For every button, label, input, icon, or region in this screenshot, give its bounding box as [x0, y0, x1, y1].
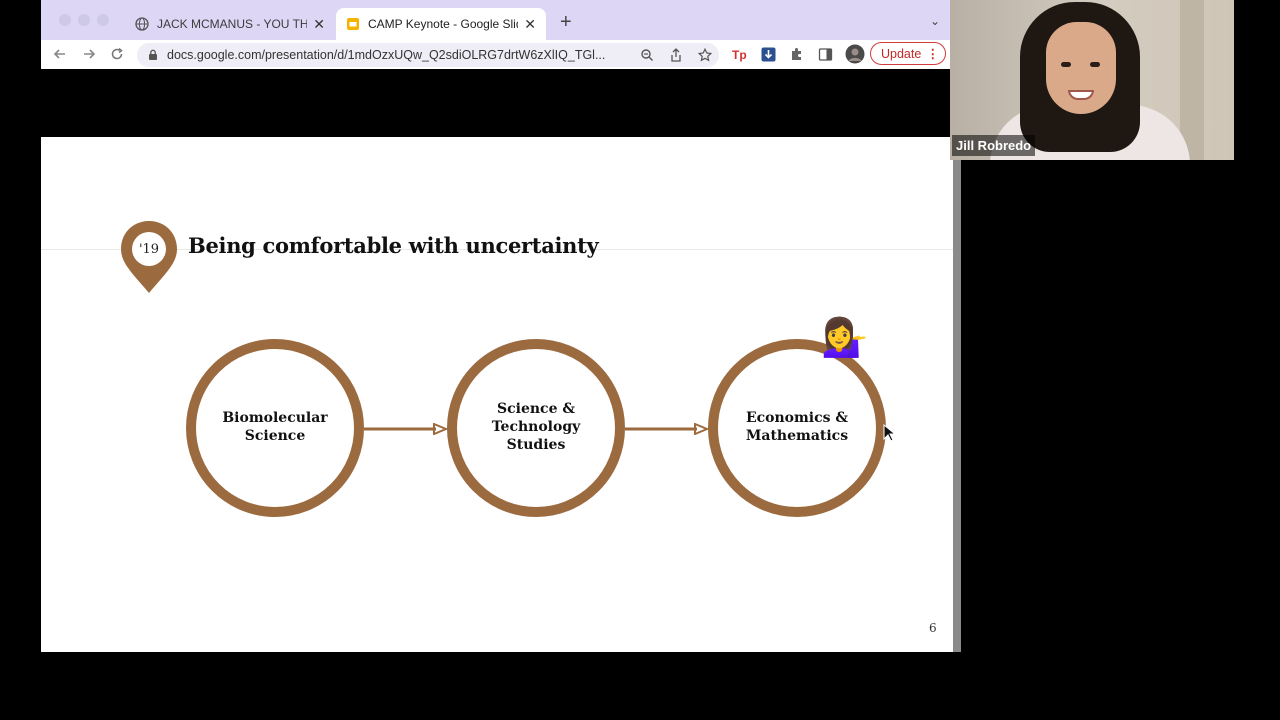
circle-label-line: Science: [244, 428, 306, 444]
presentation-slide: '19 Being comfortable with uncertainty B…: [41, 137, 953, 652]
participant-video-tile: Jill Robredo: [950, 0, 1234, 160]
forward-icon[interactable]: [82, 47, 96, 61]
tab-label: CAMP Keynote - Google Slides: [368, 17, 518, 31]
profile-avatar-icon[interactable]: [845, 44, 865, 64]
participant-eye: [1061, 62, 1071, 67]
slides-icon: [347, 18, 359, 30]
tab-label: JACK MCMANUS - YOU THINK: [157, 17, 308, 31]
side-panel-icon[interactable]: [818, 47, 833, 62]
participant-name: Jill Robredo: [952, 135, 1036, 156]
map-pin-icon: [121, 221, 177, 293]
globe-icon: [135, 17, 149, 31]
svg-text:Tp: Tp: [732, 48, 747, 62]
tp-extension-icon[interactable]: Tp: [732, 47, 747, 62]
circle-label: Economics & Mathematics: [727, 409, 867, 445]
share-icon[interactable]: [669, 48, 683, 62]
circle-label-line: Studies: [506, 437, 566, 453]
video-background-lamp: [1180, 0, 1204, 160]
lock-icon: [149, 49, 157, 60]
more-menu-icon: ⋮: [926, 47, 940, 61]
participant-eye: [1090, 62, 1100, 67]
tab-search-icon[interactable]: ⌄: [930, 14, 940, 28]
close-tab-icon[interactable]: ✕: [524, 16, 536, 33]
circle-label-line: Biomolecular: [222, 410, 328, 426]
arrow-right-icon: [364, 423, 448, 435]
tab-jack-mcmanus[interactable]: JACK MCMANUS - YOU THINK ✕: [125, 8, 335, 40]
participant-face: [1046, 22, 1116, 114]
new-tab-button[interactable]: +: [560, 11, 572, 34]
circle-label-line: Mathematics: [745, 428, 849, 444]
circle-label: Biomolecular Science: [205, 409, 345, 445]
url-text: docs.google.com/presentation/d/1mdOzxUQw…: [167, 48, 606, 62]
close-tab-icon[interactable]: ✕: [313, 16, 325, 33]
maximize-window-button[interactable]: [97, 14, 109, 26]
circle-label: Science & Technology Studies: [466, 400, 606, 454]
circle-label-line: Technology: [491, 419, 581, 435]
mouse-cursor-icon: [883, 424, 895, 442]
circle-label-line: Science &: [497, 401, 575, 417]
download-extension-icon[interactable]: [761, 47, 776, 62]
minimize-window-button[interactable]: [78, 14, 90, 26]
tab-camp-keynote[interactable]: CAMP Keynote - Google Slides ✕: [336, 8, 546, 40]
extensions-puzzle-icon[interactable]: [789, 47, 804, 62]
update-button[interactable]: Update ⋮: [870, 42, 946, 65]
year-badge: '19: [138, 242, 160, 257]
browser-window: JACK MCMANUS - YOU THINK ✕ CAMP Keynote …: [41, 0, 961, 720]
tab-bar: JACK MCMANUS - YOU THINK ✕ CAMP Keynote …: [41, 0, 950, 40]
close-window-button[interactable]: [59, 14, 71, 26]
arrow-right-icon: [625, 423, 709, 435]
bookmark-star-icon[interactable]: [698, 48, 712, 62]
update-label: Update: [881, 46, 922, 61]
reload-icon[interactable]: [110, 47, 124, 61]
slide-title: Being comfortable with uncertainty: [188, 233, 599, 258]
browser-toolbar: docs.google.com/presentation/d/1mdOzxUQw…: [41, 40, 950, 69]
scrollbar[interactable]: [953, 137, 961, 652]
back-icon[interactable]: [53, 47, 67, 61]
zoom-icon[interactable]: [640, 48, 654, 62]
shrug-emoji-icon: 💁‍♀️: [821, 317, 869, 359]
circle-label-line: Economics &: [745, 410, 849, 426]
address-bar[interactable]: docs.google.com/presentation/d/1mdOzxUQw…: [137, 43, 719, 67]
slide-page-number: 6: [929, 621, 937, 635]
